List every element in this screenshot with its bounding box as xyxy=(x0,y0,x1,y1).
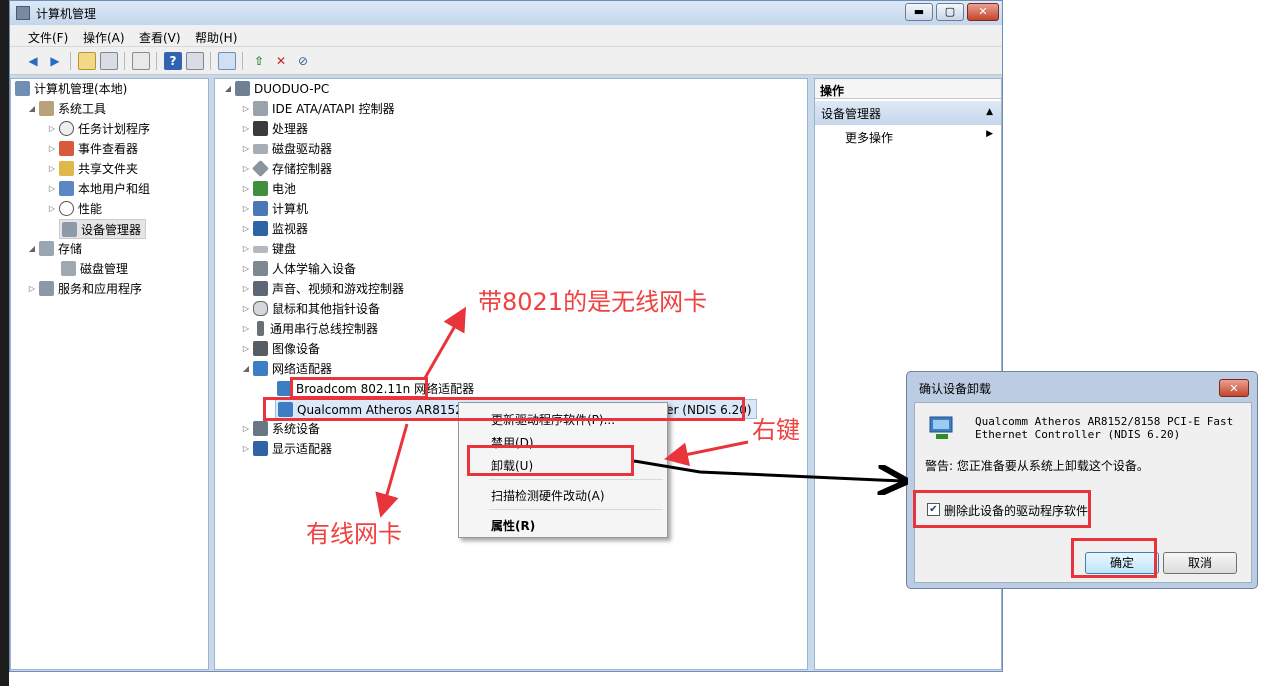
right-click-note: 右键 xyxy=(752,416,800,444)
wired-arrow xyxy=(375,423,409,518)
annotation-arrows xyxy=(375,306,1284,518)
wireless-note: 带8021的是无线网卡 xyxy=(478,288,708,316)
to-dialog-arrow xyxy=(633,459,902,481)
wired-note: 有线网卡 xyxy=(306,520,402,548)
wireless-arrow xyxy=(423,306,466,379)
right-click-arrow xyxy=(664,440,749,467)
